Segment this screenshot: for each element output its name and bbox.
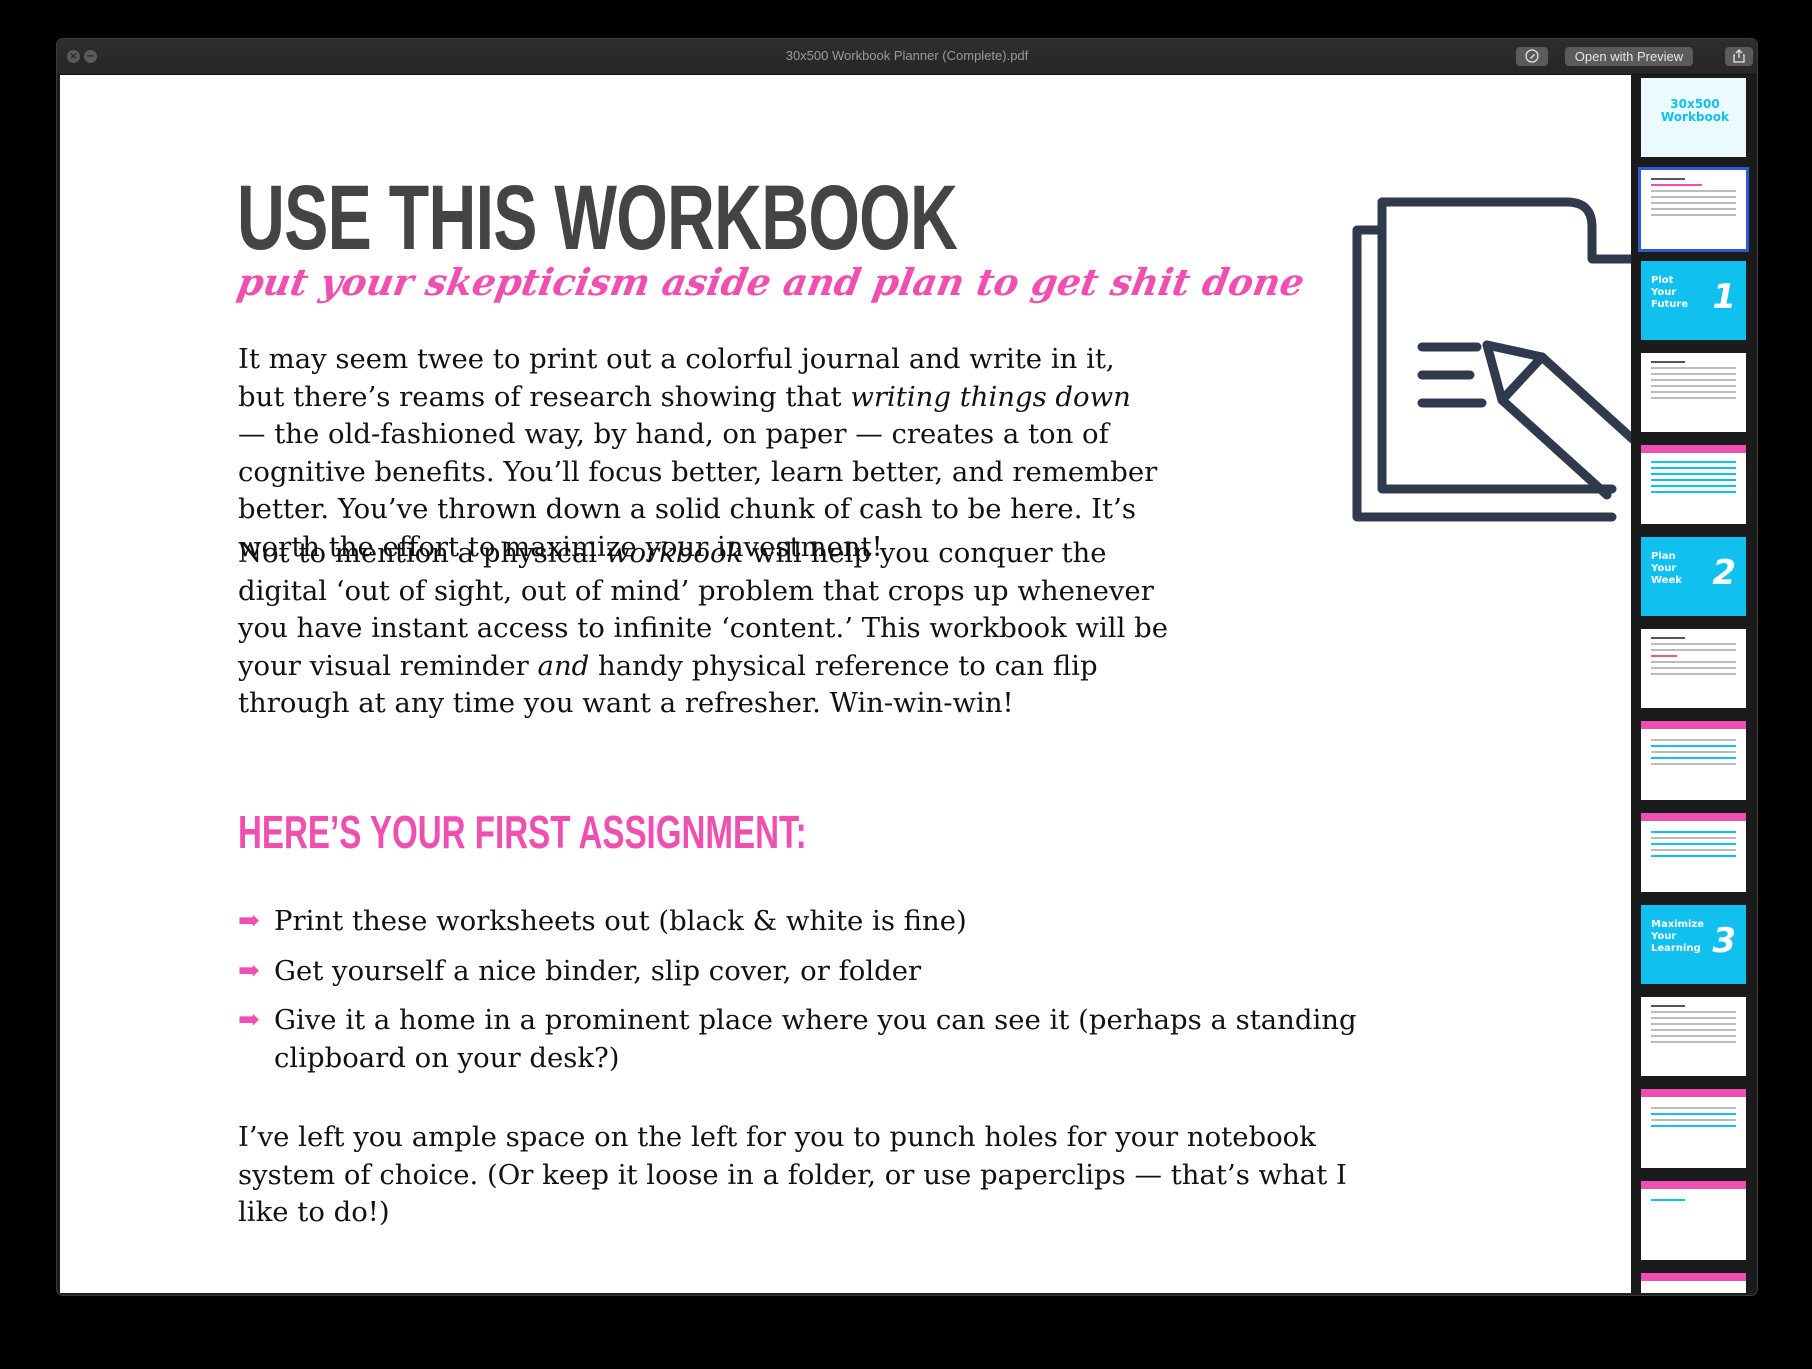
- thumbnail-page-3[interactable]: Plot Your Future 1: [1641, 261, 1746, 340]
- arrow-right-icon: ➡: [238, 955, 260, 986]
- thumbnail-title: 30x500 Workbook: [1660, 97, 1729, 124]
- thumbnail-page-14[interactable]: [1641, 1273, 1746, 1293]
- thumbnail-page-8[interactable]: [1641, 721, 1746, 800]
- intro-emphasis: writing things down: [850, 380, 1131, 413]
- share-icon: [1733, 49, 1745, 63]
- list-item: ➡ Get yourself a nice binder, slip cover,…: [238, 953, 1418, 991]
- thumbnail-number: 1: [1712, 277, 1736, 317]
- list-item-text: Print these worksheets out (black & whit…: [274, 905, 967, 937]
- thumbnail-page-7[interactable]: [1641, 629, 1746, 708]
- list-item: ➡ Give it a home in a prominent place whe…: [238, 1002, 1418, 1077]
- preview-window: × − 30x500 Workbook Planner (Complete).p…: [56, 38, 1758, 1296]
- arrow-right-icon: ➡: [238, 1005, 260, 1035]
- thumbnail-page-11[interactable]: [1641, 997, 1746, 1076]
- title-bar: × − 30x500 Workbook Planner (Complete).p…: [57, 39, 1757, 75]
- thumbnail-page-9[interactable]: [1641, 813, 1746, 892]
- page-title: USE THIS WORKBOOK: [237, 167, 958, 269]
- thumbnail-page-4[interactable]: [1641, 353, 1746, 432]
- list-item: ➡ Print these worksheets out (black & whi…: [238, 903, 1418, 941]
- window-title: 30x500 Workbook Planner (Complete).pdf: [785, 48, 1029, 63]
- assignment-heading: HERE’S YOUR FIRST ASSIGNMENT:: [238, 806, 807, 858]
- thumbnail-page-5[interactable]: [1641, 445, 1746, 524]
- thumbnail-sidebar[interactable]: 30x500 Workbook Plot Your Future 1 Plan …: [1632, 75, 1756, 1293]
- thumbnail-page-12[interactable]: [1641, 1089, 1746, 1168]
- arrow-right-icon: ➡: [238, 906, 260, 936]
- workbook-emphasis-and: and: [537, 649, 590, 682]
- thumbnail-number: 3: [1712, 921, 1736, 961]
- page-tagline: put your skepticism aside and plan to ge…: [234, 260, 1308, 304]
- workbook-emphasis: workbook: [605, 537, 744, 569]
- intro-paragraph: It may seem twee to print out a colorful…: [238, 341, 1158, 566]
- workbook-text-a: Not to mention a physical: [238, 537, 606, 569]
- list-item-text: Give it a home in a prominent place wher…: [274, 1004, 1357, 1074]
- thumbnail-page-2[interactable]: [1638, 167, 1749, 252]
- thumbnail-page-13[interactable]: [1641, 1181, 1746, 1260]
- share-button[interactable]: [1725, 47, 1753, 66]
- thumbnail-page-1[interactable]: 30x500 Workbook: [1641, 78, 1746, 157]
- pdf-page: USE THIS WORKBOOK put your skepticism as…: [60, 75, 1631, 1293]
- thumbnail-title: Plot Your Future: [1651, 275, 1689, 310]
- assignment-list: ➡ Print these worksheets out (black & whi…: [238, 903, 1418, 1089]
- open-with-preview-button[interactable]: Open with Preview: [1565, 47, 1693, 66]
- thumbnail-page-10[interactable]: Maximize Your Learning 3: [1641, 905, 1746, 984]
- thumbnail-title: Maximize Your Learning: [1651, 919, 1705, 954]
- thumbnail-number: 2: [1712, 553, 1736, 593]
- markup-icon: [1525, 49, 1539, 63]
- markup-button[interactable]: [1516, 47, 1548, 66]
- thumbnail-title: Plan Your Week: [1651, 551, 1682, 586]
- notebook-pencil-icon: [1352, 197, 1631, 522]
- list-item-text: Get yourself a nice binder, slip cover, …: [274, 954, 922, 987]
- workbook-paragraph: Not to mention a physical workbook will …: [238, 535, 1198, 723]
- thumbnail-page-6[interactable]: Plan Your Week 2: [1641, 537, 1746, 616]
- closing-paragraph: I’ve left you ample space on the left fo…: [238, 1121, 1347, 1228]
